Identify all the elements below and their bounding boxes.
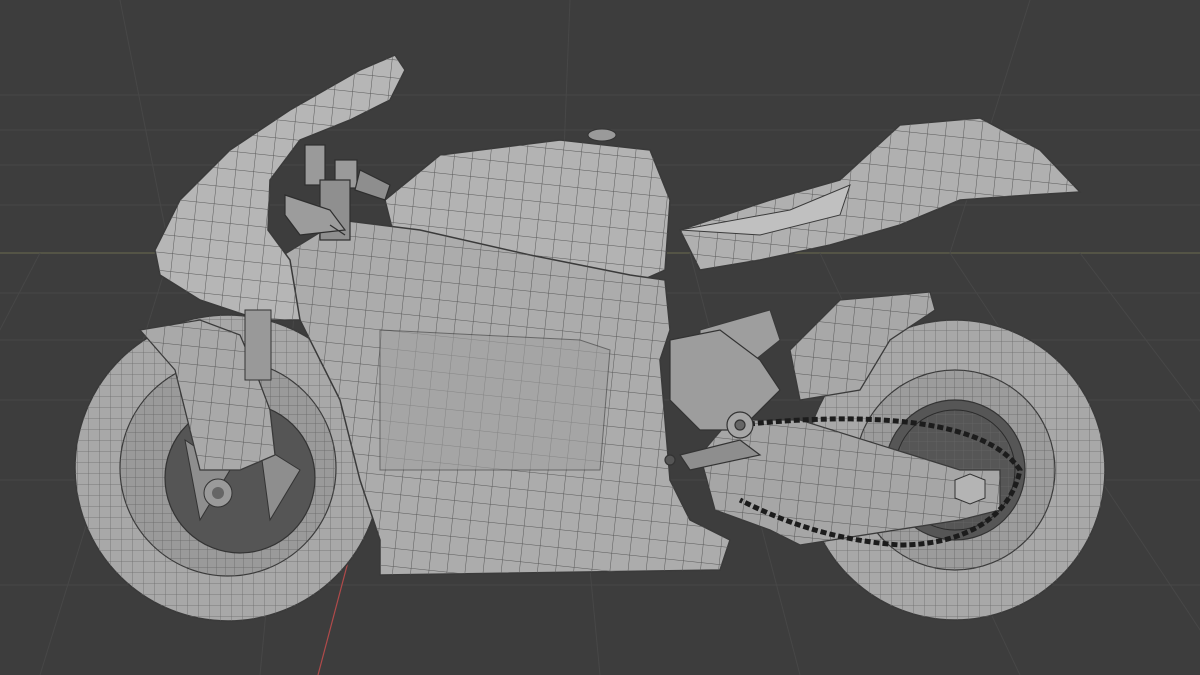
- fuel-cap: [587, 128, 617, 142]
- 3d-viewport[interactable]: [0, 0, 1200, 675]
- tail-section[interactable]: [678, 117, 1082, 271]
- viewport-canvas[interactable]: [0, 0, 1200, 675]
